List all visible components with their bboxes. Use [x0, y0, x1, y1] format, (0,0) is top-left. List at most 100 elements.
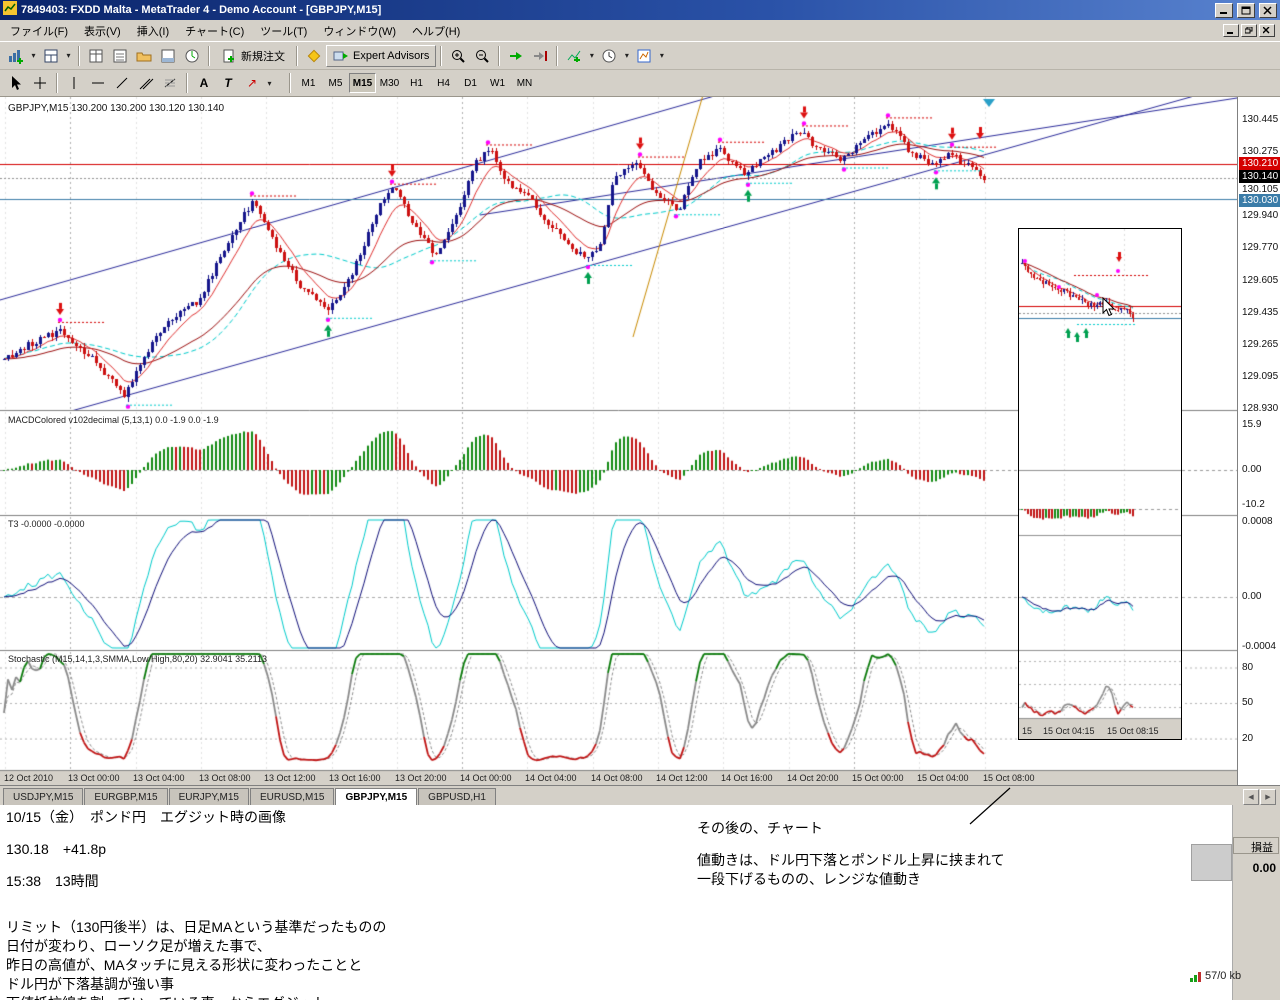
crosshair-tool-button[interactable]	[28, 72, 52, 94]
new-chart-dropdown[interactable]: ▾	[28, 44, 39, 67]
chart-shift-button[interactable]	[528, 44, 553, 67]
macd-axis-tick: 0.00	[1242, 464, 1262, 475]
profiles-button[interactable]	[39, 44, 63, 67]
mdi-minimize-button[interactable]	[1223, 24, 1239, 37]
market-watch-button[interactable]	[84, 44, 108, 67]
timeframe-h4-button[interactable]: H4	[430, 73, 457, 93]
price-tick: 130.275	[1242, 146, 1279, 157]
last-price-badge: 130.140	[1239, 170, 1280, 183]
arrows-tool-dropdown[interactable]: ▾	[264, 72, 275, 94]
templates-button[interactable]	[632, 44, 657, 67]
tab-eurusd-m15[interactable]: EURUSD,M15	[250, 788, 335, 805]
vertical-line-tool-button[interactable]	[62, 72, 86, 94]
price-tick: 129.940	[1242, 210, 1279, 221]
timeframe-m5-button[interactable]: M5	[322, 73, 349, 93]
toolbar-separator	[56, 73, 58, 93]
time-label: 13 Oct 04:00	[133, 773, 185, 783]
note-time: 15:38 13時間	[6, 873, 99, 889]
channel-tool-button[interactable]	[134, 72, 158, 94]
maximize-button[interactable]	[1237, 2, 1255, 18]
price-tick: 129.435	[1242, 307, 1279, 318]
macd-indicator-label: MACDColored v102decimal (5,13,1) 0.0 -1.…	[8, 415, 219, 425]
menu-view[interactable]: 表示(V)	[76, 19, 129, 43]
line-price-badge: 130.030	[1239, 194, 1280, 207]
navigator-button[interactable]	[132, 44, 156, 67]
arrows-tool-button[interactable]: ↗	[240, 72, 264, 94]
horizontal-line-tool-button[interactable]	[86, 72, 110, 94]
menu-file[interactable]: ファイル(F)	[2, 19, 76, 43]
stoch-axis-tick: 20	[1242, 733, 1254, 744]
note-price: 130.18 +41.8p	[6, 841, 107, 857]
timeframe-mn-button[interactable]: MN	[511, 73, 538, 93]
connection-bars-icon	[1190, 972, 1201, 982]
window-title: 7849403: FXDD Malta - MetaTrader 4 - Dem…	[21, 4, 382, 16]
templates-dropdown[interactable]: ▾	[656, 44, 668, 67]
macd-axis-tick: -10.2	[1242, 499, 1265, 510]
tab-gbpusd-h1[interactable]: GBPUSD,H1	[418, 788, 496, 805]
tab-usdjpy-m15[interactable]: USDJPY,M15	[3, 788, 84, 805]
tab-scroll-right-button[interactable]: ▶	[1260, 789, 1276, 805]
inset-time-label: 15 Oct 08:15	[1107, 726, 1159, 736]
data-window-button[interactable]	[108, 44, 132, 67]
t3-axis-tick: 0.0008	[1242, 516, 1273, 527]
tab-eurjpy-m15[interactable]: EURJPY,M15	[168, 788, 249, 805]
profiles-dropdown[interactable]: ▾	[63, 44, 74, 67]
time-label: 12 Oct 2010	[4, 773, 54, 783]
timeframe-m15-button[interactable]: M15	[349, 73, 376, 93]
profit-column-header: 損益	[1233, 837, 1279, 854]
periods-dropdown[interactable]: ▾	[621, 44, 633, 67]
toolbar-separator	[498, 45, 501, 66]
timeframe-d1-button[interactable]: D1	[457, 73, 484, 93]
text-label-tool-button[interactable]: T	[216, 72, 240, 94]
timeframe-m30-button[interactable]: M30	[376, 73, 403, 93]
auto-scroll-button[interactable]	[504, 44, 529, 67]
toolbar-separator	[556, 45, 559, 66]
app-icon	[3, 0, 17, 20]
bid-price-badge: 130.210	[1239, 157, 1280, 170]
timeframe-w1-button[interactable]: W1	[484, 73, 511, 93]
expert-advisors-button[interactable]: Expert Advisors	[326, 44, 437, 67]
note-exit-reasons: リミット（130円後半）は、日足MAという基準だったものの 日付が変わり、ローソ…	[6, 919, 387, 1000]
indicators-dropdown[interactable]: ▾	[586, 44, 598, 67]
mdi-restore-button[interactable]	[1241, 24, 1257, 37]
new-chart-button[interactable]	[4, 44, 28, 67]
metaeditor-button[interactable]	[302, 44, 326, 67]
trendline-tool-button[interactable]	[110, 72, 134, 94]
periods-button[interactable]	[597, 44, 622, 67]
terminal-button[interactable]	[156, 44, 180, 67]
tab-scroll-left-button[interactable]: ◀	[1243, 789, 1259, 805]
timeframe-h1-button[interactable]: H1	[403, 73, 430, 93]
indicators-button[interactable]	[562, 44, 587, 67]
menu-tools[interactable]: ツール(T)	[252, 19, 315, 43]
tab-eurgbp-m15[interactable]: EURGBP,M15	[84, 788, 168, 805]
menu-charts[interactable]: チャート(C)	[177, 19, 252, 43]
stoch-axis-tick: 50	[1242, 697, 1254, 708]
menu-window[interactable]: ウィンドウ(W)	[315, 19, 404, 43]
time-label: 13 Oct 00:00	[68, 773, 120, 783]
zoom-out-button[interactable]	[470, 44, 495, 67]
fibonacci-tool-button[interactable]	[158, 72, 182, 94]
timeframe-m1-button[interactable]: M1	[295, 73, 322, 93]
chart-info-line: GBPJPY,M15 130.200 130.200 130.120 130.1…	[8, 103, 225, 114]
zoom-in-button[interactable]	[446, 44, 471, 67]
new-order-button[interactable]: 新規注文	[214, 44, 292, 67]
price-tick: 129.770	[1242, 242, 1279, 253]
time-label: 14 Oct 12:00	[656, 773, 708, 783]
text-tool-button[interactable]: A	[192, 72, 216, 94]
close-button[interactable]	[1259, 2, 1277, 18]
menu-help[interactable]: ヘルプ(H)	[404, 19, 468, 43]
menu-insert[interactable]: 挿入(I)	[129, 19, 177, 43]
title-bar: 7849403: FXDD Malta - MetaTrader 4 - Dem…	[0, 0, 1280, 20]
inset-time-label: 15	[1022, 726, 1033, 736]
cursor-tool-button[interactable]	[4, 72, 28, 94]
mdi-close-button[interactable]	[1259, 24, 1275, 37]
note-after-title: その後の、チャート	[697, 820, 823, 836]
connection-status: 57/0 kb	[1190, 970, 1241, 982]
minimize-button[interactable]	[1215, 2, 1233, 18]
time-label: 15 Oct 04:00	[917, 773, 969, 783]
strategy-tester-button[interactable]	[180, 44, 204, 67]
menu-bar: ファイル(F) 表示(V) 挿入(I) チャート(C) ツール(T) ウィンドウ…	[0, 20, 1280, 42]
t3-axis-tick: 0.00	[1242, 591, 1262, 602]
notes-panel: 10/15（金） ポンド円 エグジット時の画像 130.18 +41.8p 15…	[0, 805, 1232, 1000]
tab-gbpjpy-m15[interactable]: GBPJPY,M15	[335, 788, 418, 805]
